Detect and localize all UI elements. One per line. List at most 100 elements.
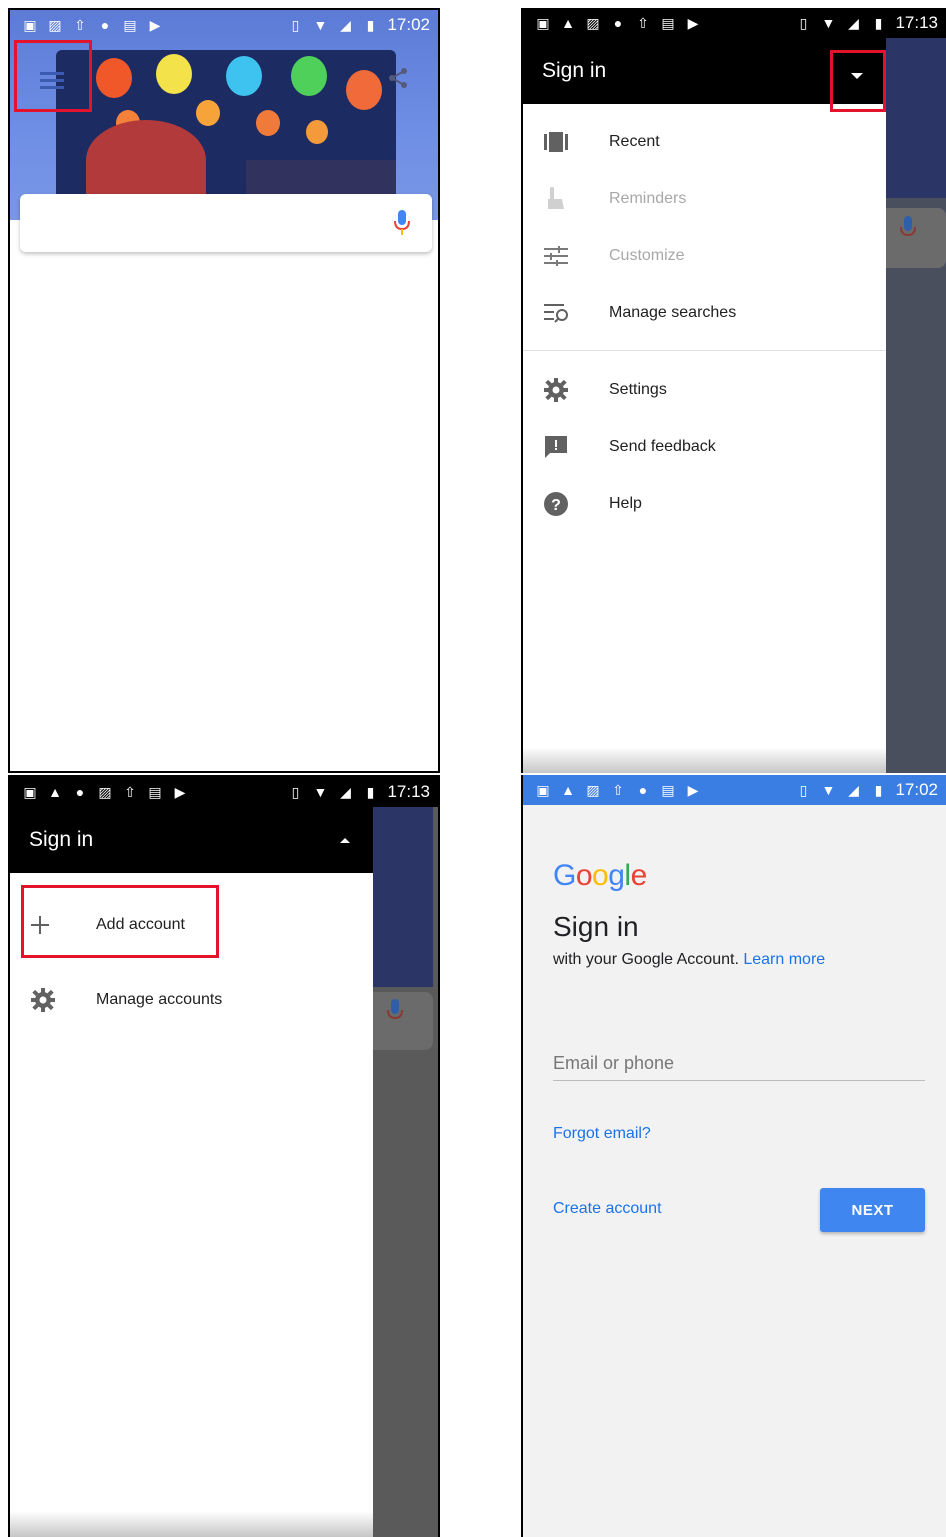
gear-icon bbox=[544, 377, 568, 402]
play-store-icon: ▶ bbox=[687, 782, 699, 798]
download-icon: ▤ bbox=[661, 782, 675, 798]
no-signal-icon: ◢ bbox=[848, 782, 859, 798]
background-scrim[interactable] bbox=[373, 807, 438, 1537]
menu-item-settings[interactable]: Settings bbox=[523, 361, 886, 418]
vibrate-icon: ▯ bbox=[291, 784, 300, 800]
bottom-shadow bbox=[10, 1511, 373, 1537]
reminders-icon bbox=[548, 186, 564, 209]
menu-item-label: Customize bbox=[609, 246, 685, 264]
search-bar[interactable] bbox=[20, 194, 432, 252]
mic-icon[interactable] bbox=[394, 210, 410, 236]
background-scrim[interactable] bbox=[886, 38, 946, 773]
drawer-header[interactable]: Sign in bbox=[10, 807, 373, 873]
create-account-link[interactable]: Create account bbox=[553, 1200, 662, 1218]
menu-item-customize[interactable]: Customize bbox=[523, 227, 886, 284]
menu-item-label: Send feedback bbox=[609, 437, 716, 455]
drawer-title: Sign in bbox=[29, 828, 94, 851]
download-icon: ▤ bbox=[661, 15, 675, 31]
image-icon: ▨ bbox=[586, 782, 600, 798]
manage-accounts-button[interactable]: Manage accounts bbox=[10, 962, 373, 1037]
highlight-box bbox=[21, 885, 219, 958]
location-icon: ● bbox=[613, 15, 623, 31]
status-bar: ▣ ▲ ▨ ⇧ ● ▤ ▶ ▯ ▼ ◢ ▮ 17:02 bbox=[523, 775, 946, 805]
menu-item-label: Manage searches bbox=[609, 303, 737, 321]
menu-item-manage-searches[interactable]: Manage searches bbox=[523, 284, 886, 341]
status-bar: ▣ ▲ ▨ ● ⇧ ▤ ▶ ▯ ▼ ◢ ▮ 17:13 bbox=[523, 8, 946, 38]
menu-item-label: Settings bbox=[609, 380, 667, 398]
learn-more-link[interactable]: Learn more bbox=[743, 951, 825, 968]
forgot-email-link[interactable]: Forgot email? bbox=[553, 1125, 651, 1143]
upload-icon: ⇧ bbox=[74, 17, 86, 33]
wifi-icon: ▼ bbox=[313, 17, 328, 33]
location-icon: ● bbox=[638, 782, 648, 798]
no-signal-icon: ◢ bbox=[848, 15, 859, 31]
account-drawer: Sign in Add account Manage accounts bbox=[10, 807, 373, 1537]
menu-item-reminders[interactable]: Reminders bbox=[523, 170, 886, 227]
wifi-icon: ▼ bbox=[313, 784, 328, 800]
mic-icon bbox=[387, 999, 403, 1020]
subtitle-text: with your Google Account. bbox=[553, 951, 739, 968]
google-logo: Google bbox=[553, 859, 647, 892]
image-icon: ▨ bbox=[98, 784, 112, 800]
google-sign-in-screen: ▣ ▲ ▨ ⇧ ● ▤ ▶ ▯ ▼ ◢ ▮ 17:02 Google Sign … bbox=[521, 775, 946, 1537]
no-signal-icon: ◢ bbox=[340, 17, 351, 33]
battery-icon: ▮ bbox=[874, 15, 883, 31]
menu-item-label: Recent bbox=[609, 132, 660, 150]
calendar-icon: ▣ bbox=[23, 17, 37, 33]
download-icon: ▤ bbox=[148, 784, 162, 800]
vibrate-icon: ▯ bbox=[799, 15, 808, 31]
no-signal-icon: ◢ bbox=[340, 784, 351, 800]
sign-in-subtitle: with your Google Account. Learn more bbox=[553, 951, 825, 969]
next-button[interactable]: NEXT bbox=[820, 1188, 925, 1232]
share-icon[interactable] bbox=[386, 66, 410, 90]
calendar-icon: ▣ bbox=[23, 784, 37, 800]
image-icon: ▨ bbox=[48, 17, 62, 33]
location-icon: ● bbox=[75, 784, 85, 800]
play-store-icon: ▶ bbox=[687, 15, 699, 31]
battery-icon: ▮ bbox=[366, 17, 375, 33]
customize-icon bbox=[544, 245, 568, 266]
sign-in-title: Sign in bbox=[553, 911, 639, 942]
battery-icon: ▮ bbox=[366, 784, 375, 800]
status-time: 17:13 bbox=[387, 782, 430, 801]
chevron-up-icon[interactable] bbox=[339, 837, 351, 844]
vibrate-icon: ▯ bbox=[291, 17, 300, 33]
feedback-icon bbox=[545, 435, 567, 458]
menu-item-send-feedback[interactable]: Send feedback bbox=[523, 418, 886, 475]
menu-item-recent[interactable]: Recent bbox=[523, 113, 886, 170]
play-store-icon: ▶ bbox=[149, 17, 161, 33]
status-time: 17:02 bbox=[895, 780, 938, 799]
manage-searches-icon bbox=[544, 303, 568, 323]
calendar-icon: ▣ bbox=[536, 782, 550, 798]
menu-item-label: Reminders bbox=[609, 189, 687, 207]
menu-item-label: Help bbox=[609, 494, 642, 512]
recent-icon bbox=[544, 131, 568, 152]
highlight-box bbox=[14, 40, 92, 112]
drawer-title: Sign in bbox=[542, 59, 607, 82]
image-icon: ▨ bbox=[586, 15, 600, 31]
google-home-screen: ▣ ▨ ⇧ ● ▤ ▶ ▯ ▼ ◢ ▮ 17:02 bbox=[8, 8, 440, 773]
warning-icon: ▲ bbox=[561, 782, 575, 798]
upload-icon: ⇧ bbox=[612, 782, 624, 798]
menu-item-help[interactable]: ? Help bbox=[523, 475, 886, 532]
email-field[interactable]: Email or phone bbox=[553, 1045, 925, 1081]
bottom-shadow bbox=[523, 747, 886, 773]
wifi-icon: ▼ bbox=[821, 782, 836, 798]
status-bar: ▣ ▨ ⇧ ● ▤ ▶ ▯ ▼ ◢ ▮ 17:02 bbox=[10, 10, 438, 40]
email-placeholder: Email or phone bbox=[553, 1053, 675, 1073]
calendar-icon: ▣ bbox=[536, 15, 550, 31]
status-bar: ▣ ▲ ● ▨ ⇧ ▤ ▶ ▯ ▼ ◢ ▮ 17:13 bbox=[10, 777, 438, 807]
upload-icon: ⇧ bbox=[124, 784, 136, 800]
account-switcher-screen: ▣ ▲ ● ▨ ⇧ ▤ ▶ ▯ ▼ ◢ ▮ 17:13 Sign in Add … bbox=[8, 775, 440, 1537]
manage-accounts-label: Manage accounts bbox=[96, 990, 223, 1008]
vibrate-icon: ▯ bbox=[799, 782, 808, 798]
menu-divider bbox=[523, 350, 886, 351]
mic-icon bbox=[900, 216, 916, 237]
upload-icon: ⇧ bbox=[637, 15, 649, 31]
status-time: 17:02 bbox=[387, 15, 430, 34]
status-time: 17:13 bbox=[895, 13, 938, 32]
location-icon: ● bbox=[100, 17, 110, 33]
download-icon: ▤ bbox=[123, 17, 137, 33]
wifi-icon: ▼ bbox=[821, 15, 836, 31]
navigation-drawer: Sign in Recent Reminders Customize Manag… bbox=[523, 38, 886, 773]
